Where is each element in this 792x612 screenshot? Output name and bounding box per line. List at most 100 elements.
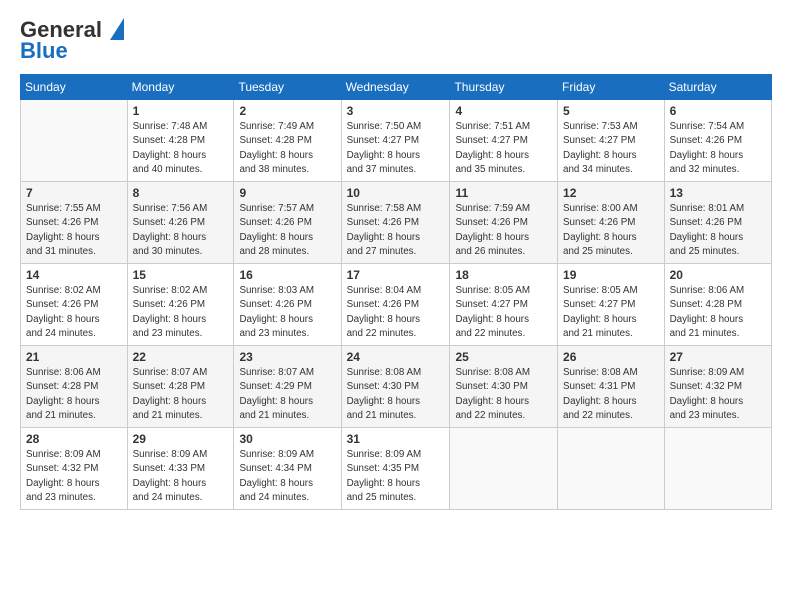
- day-number: 26: [563, 350, 659, 364]
- calendar-cell: 11 Sunrise: 7:59 AMSunset: 4:26 PMDayligh…: [450, 182, 558, 264]
- day-number: 12: [563, 186, 659, 200]
- day-info: Sunrise: 7:48 AMSunset: 4:28 PMDaylight:…: [133, 120, 229, 177]
- day-number: 25: [455, 350, 552, 364]
- calendar-week-4: 21 Sunrise: 8:06 AMSunset: 4:28 PMDayligh…: [21, 346, 772, 428]
- day-number: 21: [26, 350, 122, 364]
- day-info: Sunrise: 7:49 AMSunset: 4:28 PMDaylight:…: [239, 120, 335, 177]
- calendar-cell: 20 Sunrise: 8:06 AMSunset: 4:28 PMDayligh…: [664, 264, 771, 346]
- calendar-cell: 29 Sunrise: 8:09 AMSunset: 4:33 PMDayligh…: [127, 428, 234, 510]
- day-number: 14: [26, 268, 122, 282]
- calendar-cell: 14 Sunrise: 8:02 AMSunset: 4:26 PMDayligh…: [21, 264, 128, 346]
- page: General Blue SundayMondayTuesdayWednesda…: [0, 0, 792, 612]
- day-info: Sunrise: 8:09 AMSunset: 4:32 PMDaylight:…: [670, 366, 766, 423]
- day-number: 29: [133, 432, 229, 446]
- day-info: Sunrise: 7:57 AMSunset: 4:26 PMDaylight:…: [239, 202, 335, 259]
- day-number: 10: [347, 186, 445, 200]
- calendar-cell: 7Sunrise: 7:55 AMSunset: 4:26 PMDaylight…: [21, 182, 128, 264]
- day-number: 31: [347, 432, 445, 446]
- day-number: 6: [670, 104, 766, 118]
- day-number: 28: [26, 432, 122, 446]
- calendar-cell: 28 Sunrise: 8:09 AMSunset: 4:32 PMDayligh…: [21, 428, 128, 510]
- calendar-cell: [664, 428, 771, 510]
- day-info: Sunrise: 8:08 AMSunset: 4:30 PMDaylight:…: [455, 366, 552, 423]
- day-number: 22: [133, 350, 229, 364]
- calendar-cell: [450, 428, 558, 510]
- day-number: 27: [670, 350, 766, 364]
- calendar-week-3: 14 Sunrise: 8:02 AMSunset: 4:26 PMDayligh…: [21, 264, 772, 346]
- day-number: 30: [239, 432, 335, 446]
- day-info: Sunrise: 8:06 AMSunset: 4:28 PMDaylight:…: [26, 366, 122, 423]
- day-number: 11: [455, 186, 552, 200]
- day-number: 18: [455, 268, 552, 282]
- weekday-header-tuesday: Tuesday: [234, 75, 341, 100]
- calendar-cell: 21 Sunrise: 8:06 AMSunset: 4:28 PMDayligh…: [21, 346, 128, 428]
- calendar-cell: 26 Sunrise: 8:08 AMSunset: 4:31 PMDayligh…: [558, 346, 665, 428]
- day-info: Sunrise: 8:09 AMSunset: 4:32 PMDaylight:…: [26, 448, 122, 505]
- weekday-header-row: SundayMondayTuesdayWednesdayThursdayFrid…: [21, 75, 772, 100]
- calendar-cell: 30 Sunrise: 8:09 AMSunset: 4:34 PMDayligh…: [234, 428, 341, 510]
- calendar-cell: 24Sunrise: 8:08 AMSunset: 4:30 PMDayligh…: [341, 346, 450, 428]
- calendar-cell: 9 Sunrise: 7:57 AMSunset: 4:26 PMDaylight…: [234, 182, 341, 264]
- calendar-cell: 12 Sunrise: 8:00 AMSunset: 4:26 PMDayligh…: [558, 182, 665, 264]
- day-number: 4: [455, 104, 552, 118]
- weekday-header-friday: Friday: [558, 75, 665, 100]
- day-number: 17: [347, 268, 445, 282]
- calendar-body: 1 Sunrise: 7:48 AMSunset: 4:28 PMDaylight…: [21, 100, 772, 510]
- day-info: Sunrise: 8:04 AMSunset: 4:26 PMDaylight:…: [347, 284, 445, 341]
- day-number: 19: [563, 268, 659, 282]
- day-number: 20: [670, 268, 766, 282]
- day-info: Sunrise: 8:02 AMSunset: 4:26 PMDaylight:…: [26, 284, 122, 341]
- day-info: Sunrise: 8:00 AMSunset: 4:26 PMDaylight:…: [563, 202, 659, 259]
- day-number: 16: [239, 268, 335, 282]
- calendar-header: SundayMondayTuesdayWednesdayThursdayFrid…: [21, 75, 772, 100]
- calendar-cell: 17 Sunrise: 8:04 AMSunset: 4:26 PMDayligh…: [341, 264, 450, 346]
- calendar-cell: 22Sunrise: 8:07 AMSunset: 4:28 PMDayligh…: [127, 346, 234, 428]
- calendar-cell: 25 Sunrise: 8:08 AMSunset: 4:30 PMDayligh…: [450, 346, 558, 428]
- day-info: Sunrise: 7:54 AMSunset: 4:26 PMDaylight:…: [670, 120, 766, 177]
- day-info: Sunrise: 7:51 AMSunset: 4:27 PMDaylight:…: [455, 120, 552, 177]
- calendar-table: SundayMondayTuesdayWednesdayThursdayFrid…: [20, 74, 772, 510]
- day-info: Sunrise: 7:50 AMSunset: 4:27 PMDaylight:…: [347, 120, 445, 177]
- day-info: Sunrise: 8:09 AMSunset: 4:34 PMDaylight:…: [239, 448, 335, 505]
- weekday-header-wednesday: Wednesday: [341, 75, 450, 100]
- calendar-cell: 16Sunrise: 8:03 AMSunset: 4:26 PMDayligh…: [234, 264, 341, 346]
- header: General Blue: [20, 18, 772, 64]
- day-info: Sunrise: 8:09 AMSunset: 4:35 PMDaylight:…: [347, 448, 445, 505]
- day-info: Sunrise: 8:09 AMSunset: 4:33 PMDaylight:…: [133, 448, 229, 505]
- day-number: 9: [239, 186, 335, 200]
- calendar-cell: 15Sunrise: 8:02 AMSunset: 4:26 PMDayligh…: [127, 264, 234, 346]
- calendar-cell: [558, 428, 665, 510]
- day-info: Sunrise: 7:58 AMSunset: 4:26 PMDaylight:…: [347, 202, 445, 259]
- logo: General Blue: [20, 18, 124, 64]
- day-info: Sunrise: 8:01 AMSunset: 4:26 PMDaylight:…: [670, 202, 766, 259]
- calendar-cell: 4 Sunrise: 7:51 AMSunset: 4:27 PMDaylight…: [450, 100, 558, 182]
- day-number: 3: [347, 104, 445, 118]
- day-info: Sunrise: 8:02 AMSunset: 4:26 PMDaylight:…: [133, 284, 229, 341]
- day-number: 8: [133, 186, 229, 200]
- day-info: Sunrise: 8:07 AMSunset: 4:29 PMDaylight:…: [239, 366, 335, 423]
- day-number: 7: [26, 186, 122, 200]
- day-number: 1: [133, 104, 229, 118]
- day-number: 13: [670, 186, 766, 200]
- calendar-cell: 13 Sunrise: 8:01 AMSunset: 4:26 PMDayligh…: [664, 182, 771, 264]
- calendar-cell: 2Sunrise: 7:49 AMSunset: 4:28 PMDaylight…: [234, 100, 341, 182]
- weekday-header-sunday: Sunday: [21, 75, 128, 100]
- calendar-cell: 8Sunrise: 7:56 AMSunset: 4:26 PMDaylight…: [127, 182, 234, 264]
- day-info: Sunrise: 8:08 AMSunset: 4:31 PMDaylight:…: [563, 366, 659, 423]
- calendar-cell: 5Sunrise: 7:53 AMSunset: 4:27 PMDaylight…: [558, 100, 665, 182]
- calendar-cell: 6 Sunrise: 7:54 AMSunset: 4:26 PMDaylight…: [664, 100, 771, 182]
- calendar-cell: 10 Sunrise: 7:58 AMSunset: 4:26 PMDayligh…: [341, 182, 450, 264]
- calendar-cell: 3 Sunrise: 7:50 AMSunset: 4:27 PMDaylight…: [341, 100, 450, 182]
- calendar-cell: 31 Sunrise: 8:09 AMSunset: 4:35 PMDayligh…: [341, 428, 450, 510]
- day-info: Sunrise: 7:53 AMSunset: 4:27 PMDaylight:…: [563, 120, 659, 177]
- day-number: 23: [239, 350, 335, 364]
- day-info: Sunrise: 8:05 AMSunset: 4:27 PMDaylight:…: [455, 284, 552, 341]
- day-info: Sunrise: 7:59 AMSunset: 4:26 PMDaylight:…: [455, 202, 552, 259]
- calendar-week-1: 1 Sunrise: 7:48 AMSunset: 4:28 PMDaylight…: [21, 100, 772, 182]
- calendar-week-5: 28 Sunrise: 8:09 AMSunset: 4:32 PMDayligh…: [21, 428, 772, 510]
- day-info: Sunrise: 8:06 AMSunset: 4:28 PMDaylight:…: [670, 284, 766, 341]
- day-info: Sunrise: 8:08 AMSunset: 4:30 PMDaylight:…: [347, 366, 445, 423]
- weekday-header-thursday: Thursday: [450, 75, 558, 100]
- weekday-header-monday: Monday: [127, 75, 234, 100]
- calendar-cell: [21, 100, 128, 182]
